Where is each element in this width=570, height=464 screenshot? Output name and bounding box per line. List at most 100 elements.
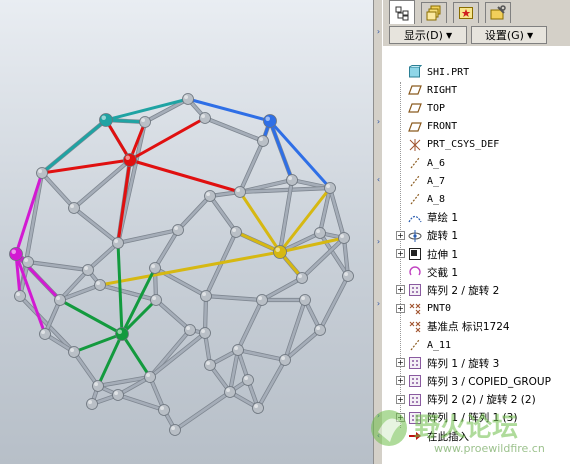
- tree-item-label: A_11: [427, 339, 452, 351]
- node-sphere: [184, 324, 196, 336]
- node-highlight: [316, 229, 321, 233]
- tree-item[interactable]: A_11: [383, 336, 570, 354]
- node-highlight: [234, 346, 238, 351]
- graphics-viewport[interactable]: [0, 0, 373, 464]
- node-highlight: [258, 296, 263, 301]
- node-sphere: [94, 279, 106, 291]
- navigator-panel: 显示(D) ▼ 设置(G) ▼ SHI.PRT RIGHT TOP FRONT PRT_…: [371, 0, 570, 464]
- tree-item-label: 旋转 1: [427, 230, 459, 243]
- chevron-right-icon[interactable]: ›: [375, 28, 382, 36]
- model-tree-tab[interactable]: [389, 0, 415, 25]
- node-highlight: [206, 192, 210, 196]
- tree-item[interactable]: FRONT: [383, 118, 570, 136]
- tree-item-label: A_6: [427, 157, 446, 169]
- show-dropdown-button[interactable]: 显示(D) ▼: [389, 26, 467, 44]
- expand-icon[interactable]: +: [396, 376, 405, 386]
- expand-icon[interactable]: +: [396, 412, 405, 422]
- node-highlight: [24, 258, 29, 263]
- chevron-right-icon[interactable]: ›: [375, 118, 382, 126]
- node-highlight: [301, 296, 306, 301]
- node-highlight: [171, 426, 175, 431]
- pattern-icon: [408, 411, 422, 425]
- favorites-tab[interactable]: [453, 2, 479, 23]
- tree-item[interactable]: A_8: [383, 190, 570, 208]
- tree-item-label: PNT0: [427, 303, 452, 315]
- chevron-right-icon[interactable]: ›: [375, 238, 382, 246]
- tree-item-label: 在此插入: [427, 430, 469, 443]
- tree-item[interactable]: + 拉伸 1: [383, 245, 570, 263]
- tree-item-label: 阵列 1 / 旋转 3: [427, 357, 500, 370]
- node-highlight: [281, 356, 286, 361]
- strut: [120, 332, 152, 379]
- tree-item[interactable]: A_6: [383, 154, 570, 172]
- panel-splitter[interactable]: › › ‹ › › › ‹: [373, 0, 383, 464]
- insert-here-arrow-icon: [408, 429, 422, 443]
- intersect-icon: [408, 265, 422, 279]
- settings-dropdown-button[interactable]: 设置(G) ▼: [471, 26, 547, 44]
- strut: [98, 283, 158, 302]
- part-icon: [408, 65, 422, 79]
- tree-item[interactable]: + 阵列 3 / COPIED_GROUP: [383, 372, 570, 390]
- chevron-left-icon[interactable]: ‹: [375, 432, 382, 440]
- chevron-left-icon[interactable]: ‹: [375, 176, 382, 184]
- tree-item-label: 基准点 标识1724: [427, 321, 510, 334]
- node-highlight: [226, 388, 230, 393]
- tree-item[interactable]: + 阵列 2 (2) / 旋转 2 (2): [383, 391, 570, 409]
- chevron-right-icon[interactable]: ›: [375, 300, 382, 308]
- strut: [256, 358, 287, 410]
- node-sphere: [139, 116, 151, 128]
- node-highlight: [125, 155, 130, 161]
- strut: [236, 298, 264, 352]
- node-sphere: [338, 232, 350, 244]
- node-sphere: [150, 294, 162, 306]
- node-sphere: [286, 174, 298, 186]
- tree-item[interactable]: TOP: [383, 99, 570, 117]
- tree-item[interactable]: SHI.PRT: [383, 63, 570, 81]
- node-sphere: [68, 202, 80, 214]
- node-highlight: [146, 373, 150, 378]
- tree-item[interactable]: A_7: [383, 172, 570, 190]
- node-sphere: [232, 344, 244, 356]
- strut: [318, 274, 350, 332]
- expand-icon[interactable]: +: [396, 303, 405, 313]
- expand-icon[interactable]: +: [396, 249, 405, 258]
- strut: [268, 119, 332, 190]
- tree-item[interactable]: + 阵列 1 / 旋转 3: [383, 354, 570, 372]
- tree-item[interactable]: PRT_CSYS_DEF: [383, 136, 570, 154]
- node-highlight: [186, 326, 190, 331]
- tree-item-label: RIGHT: [427, 84, 458, 96]
- strut: [208, 194, 238, 234]
- expand-icon[interactable]: +: [396, 230, 405, 240]
- strut: [173, 390, 232, 432]
- tree-item-label: SHI.PRT: [427, 66, 470, 78]
- node-highlight: [201, 114, 205, 118]
- tree-item[interactable]: + 阵列 1 / 阵列 1 (3): [383, 409, 570, 427]
- favorites-icon: [459, 7, 473, 19]
- tree-item[interactable]: + 阵列 2 / 旋转 2: [383, 281, 570, 299]
- tree-item[interactable]: 草绘 1: [383, 209, 570, 227]
- node-sphere: [36, 167, 48, 179]
- node-highlight: [94, 382, 98, 387]
- expand-icon[interactable]: +: [396, 394, 405, 404]
- node-highlight: [344, 272, 349, 277]
- chevron-right-icon[interactable]: ›: [375, 412, 382, 420]
- node-highlight: [96, 281, 100, 286]
- tree-item[interactable]: + PNT0: [383, 300, 570, 318]
- node-sphere: [230, 226, 242, 238]
- node-highlight: [152, 296, 156, 301]
- properties-tab[interactable]: [485, 2, 511, 23]
- geodesic-sphere-model[interactable]: [0, 0, 373, 464]
- node-highlight: [117, 329, 122, 334]
- node-sphere: [123, 153, 137, 167]
- layers-tab[interactable]: [421, 2, 447, 23]
- strut: [260, 276, 304, 302]
- node-sphere: [204, 359, 216, 371]
- strut: [328, 186, 346, 240]
- expand-icon[interactable]: +: [396, 285, 405, 295]
- tree-item[interactable]: 交截 1: [383, 263, 570, 281]
- tree-item[interactable]: 在此插入: [383, 427, 570, 445]
- expand-icon[interactable]: +: [396, 358, 405, 368]
- tree-item[interactable]: RIGHT: [383, 81, 570, 99]
- tree-item[interactable]: + 旋转 1: [383, 227, 570, 245]
- tree-item[interactable]: 基准点 标识1724: [383, 318, 570, 336]
